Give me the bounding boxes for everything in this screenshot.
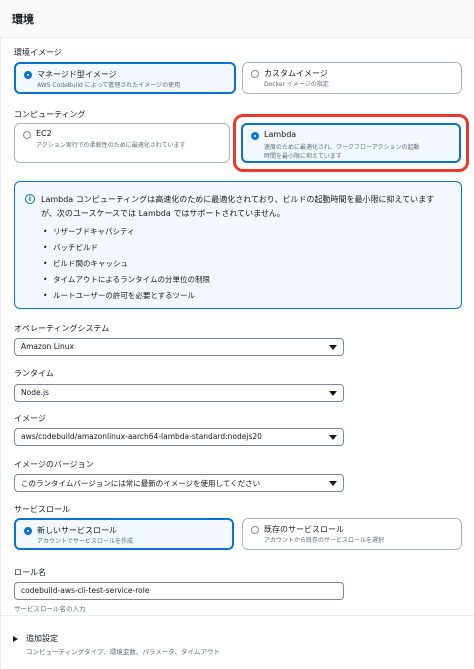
radio-existing-service-role[interactable] (251, 526, 259, 534)
custom-image-title: カスタムイメージ (264, 69, 328, 78)
managed-image-option[interactable]: マネージド型イメージ AWS CodeBuild によって管理されたイメージの使… (14, 62, 236, 94)
caret-right-icon[interactable] (13, 636, 18, 642)
caret-down-icon (329, 391, 337, 396)
new-service-role-desc: アカウントでサービスロールを作成 (37, 538, 134, 545)
role-name-input[interactable]: codebuild-aws-cli-test-service-role (14, 582, 344, 600)
environment-image-label: 環境イメージ (14, 48, 62, 57)
annotation-highlight (233, 114, 469, 172)
ec2-title: EC2 (36, 129, 52, 138)
radio-managed-image[interactable] (24, 71, 32, 79)
additional-settings-desc: コンピューティングタイプ、環境変数、パラメータ、タイムアウト (26, 648, 220, 656)
section-header: 環境 (0, 0, 474, 38)
unsupported-list: リザーブドキャパシティ バッチビルド ビルド間のキャッシュ タイムアウトによるラ… (43, 224, 210, 304)
list-item: バッチビルド (43, 240, 210, 256)
new-service-role-title: 新しいサービスロール (37, 526, 117, 535)
os-select[interactable]: Amazon Linux (14, 338, 344, 356)
runtime-label: ランタイム (14, 369, 54, 378)
list-item: タイムアウトによるランタイムの分単位の制限 (43, 272, 210, 288)
section-title: 環境 (12, 12, 34, 26)
runtime-value: Node.js (21, 388, 49, 397)
new-service-role-option[interactable]: 新しいサービスロール アカウントでサービスロールを作成 (14, 518, 234, 550)
managed-image-desc: AWS CodeBuild によって管理されたイメージの使用 (37, 82, 181, 89)
custom-image-option[interactable]: カスタムイメージ Docker イメージの指定 (242, 62, 462, 94)
image-select[interactable]: aws/codebuild/amazonlinux-aarch64-lambda… (14, 428, 344, 446)
radio-new-service-role[interactable] (24, 527, 32, 535)
caret-down-icon (329, 481, 337, 486)
custom-image-desc: Docker イメージの指定 (264, 81, 329, 88)
caret-down-icon (329, 345, 337, 350)
os-label: オペレーティングシステム (14, 324, 110, 333)
service-role-label: サービスロール (14, 505, 70, 514)
image-version-select[interactable]: このランタイムバージョンには常に最新のイメージを使用してください (14, 474, 344, 492)
managed-image-title: マネージド型イメージ (37, 70, 117, 79)
image-version-value: このランタイムバージョンには常に最新のイメージを使用してください (21, 479, 261, 488)
ec2-option[interactable]: EC2 アクション実行での柔軟性のために最適化されています (14, 123, 230, 163)
existing-service-role-desc: アカウントから既存のサービスロールを選択 (264, 537, 385, 544)
radio-ec2[interactable] (23, 131, 31, 139)
role-name-value: codebuild-aws-cli-test-service-role (21, 586, 150, 595)
ec2-desc: アクション実行での柔軟性のために最適化されています (36, 142, 186, 149)
image-label: イメージ (14, 414, 46, 423)
additional-settings-toggle[interactable]: 追加設定 (26, 633, 58, 644)
list-item: ルートユーザーの許可を必要とするツール (43, 288, 210, 304)
info-text: Lambda コンピューティングは高速化のために最適化されており、ビルドの起動時… (41, 193, 456, 221)
os-value: Amazon Linux (21, 342, 74, 351)
runtime-select[interactable]: Node.js (14, 384, 344, 402)
info-text-line2: が、次のユースケースでは Lambda ではサポートされていません。 (41, 209, 285, 218)
existing-service-role-option[interactable]: 既存のサービスロール アカウントから既存のサービスロールを選択 (242, 518, 462, 550)
role-name-hint: サービスロール名の入力 (14, 605, 86, 613)
compute-label: コンピューティング (14, 110, 86, 119)
radio-custom-image[interactable] (251, 70, 259, 78)
caret-down-icon (329, 435, 337, 440)
role-name-label: ロール名 (14, 568, 46, 577)
list-item: リザーブドキャパシティ (43, 224, 210, 240)
existing-service-role-title: 既存のサービスロール (264, 525, 344, 534)
info-icon: i (25, 194, 35, 204)
divider (0, 615, 474, 616)
image-value: aws/codebuild/amazonlinux-aarch64-lambda… (21, 432, 262, 441)
image-version-label: イメージのバージョン (14, 460, 94, 469)
list-item: ビルド間のキャッシュ (43, 256, 210, 272)
lambda-info-alert: i Lambda コンピューティングは高速化のために最適化されており、ビルドの起… (14, 181, 462, 309)
info-text-line1: Lambda コンピューティングは高速化のために最適化されており、ビルドの起動時… (41, 195, 435, 204)
